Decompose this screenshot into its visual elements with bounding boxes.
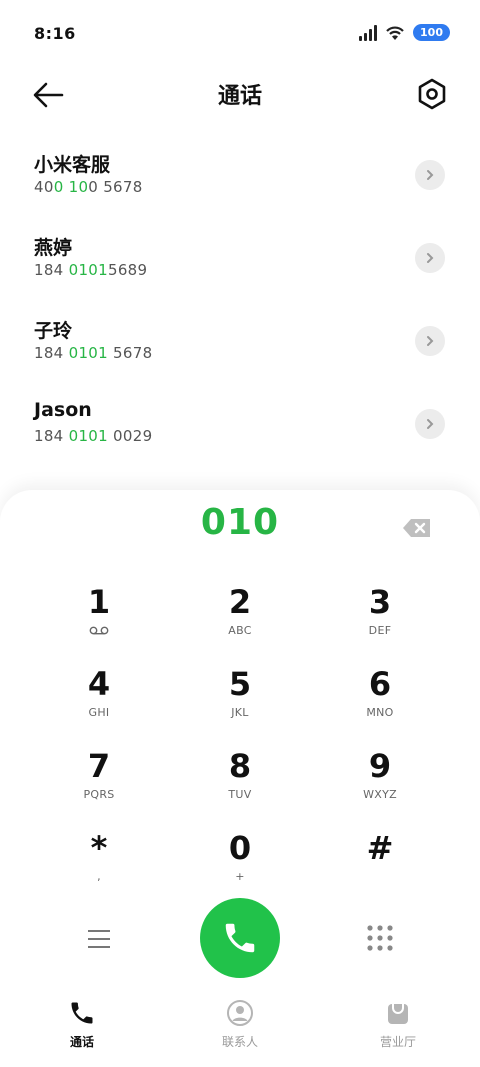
key-letters: WXYZ — [363, 788, 397, 801]
key-digit: 7 — [87, 747, 111, 785]
key-digit: 6 — [368, 665, 392, 703]
key-4[interactable]: 4 GHI — [39, 664, 159, 734]
key-digit: 0 — [228, 829, 252, 867]
chevron-right-icon[interactable] — [415, 326, 445, 356]
status-icons: 100 — [359, 24, 450, 41]
bottom-navigation: 通话 联系人 营业厅 — [0, 995, 480, 1067]
contact-suggestion-list: 小米客服 400 100 5678 燕婷 184 01015689 子玲 184… — [0, 140, 480, 472]
key-letters: MNO — [366, 706, 394, 719]
phone-icon — [225, 923, 255, 953]
tab-contacts[interactable]: 联系人 — [160, 999, 320, 1050]
contact-number: 184 01015689 — [34, 261, 148, 279]
contact-item[interactable]: 小米客服 400 100 5678 — [0, 140, 480, 223]
key-6[interactable]: 6 MNO — [320, 664, 440, 734]
key-9[interactable]: 9 WXYZ — [320, 746, 440, 816]
contact-number: 184 0101 0029 — [34, 427, 153, 445]
chevron-right-icon[interactable] — [415, 243, 445, 273]
person-icon — [227, 1000, 253, 1026]
key-digit: 5 — [228, 665, 252, 703]
tab-service-hall[interactable]: 营业厅 — [318, 999, 478, 1050]
key-3[interactable]: 3 DEF — [320, 582, 440, 652]
key-5[interactable]: 5 JKL — [180, 664, 300, 734]
contact-name: 燕婷 — [34, 237, 73, 259]
key-digit: * — [90, 829, 108, 867]
dialer-actions — [0, 898, 480, 982]
key-0[interactable]: 0 + — [180, 828, 300, 898]
tab-label: 营业厅 — [379, 1035, 416, 1049]
status-bar: 8:16 100 — [0, 0, 480, 64]
key-hash[interactable]: # — [320, 828, 440, 898]
key-7[interactable]: 7 PQRS — [39, 746, 159, 816]
backspace-icon[interactable] — [402, 518, 432, 538]
key-letters: GHI — [88, 706, 110, 719]
chevron-right-icon[interactable] — [415, 160, 445, 190]
contact-item[interactable]: 子玲 184 0101 5678 — [0, 306, 480, 389]
voicemail-icon — [89, 626, 109, 635]
key-star[interactable]: * , — [39, 828, 159, 898]
key-digit: 4 — [87, 665, 111, 703]
dialpad-icon[interactable] — [366, 924, 394, 952]
tab-label: 联系人 — [221, 1035, 258, 1049]
contact-name: 小米客服 — [34, 154, 111, 176]
contact-item[interactable]: 燕婷 184 01015689 — [0, 223, 480, 306]
call-button[interactable] — [200, 898, 280, 978]
key-digit: 1 — [87, 583, 111, 621]
key-digit: 3 — [368, 583, 392, 621]
settings-icon[interactable] — [414, 76, 450, 112]
phone-icon — [71, 1002, 93, 1024]
dialer-panel: 010 1 2 ABC 3 DEF 4 GHI 5 JKL 6 MNO 7 PQ… — [0, 490, 480, 1067]
key-letters: DEF — [368, 624, 392, 637]
key-letters: JKL — [231, 706, 249, 719]
battery-icon: 100 — [413, 24, 450, 41]
contact-number: 400 100 5678 — [34, 178, 143, 196]
menu-icon[interactable] — [86, 928, 112, 950]
key-8[interactable]: 8 TUV — [180, 746, 300, 816]
key-1[interactable]: 1 — [39, 582, 159, 652]
key-letters: + — [235, 870, 245, 883]
key-letters: ABC — [228, 624, 252, 637]
chevron-right-icon[interactable] — [415, 409, 445, 439]
status-time: 8:16 — [34, 24, 76, 43]
tab-label: 通话 — [69, 1035, 94, 1049]
page-title: 通话 — [217, 84, 262, 109]
key-digit: 2 — [228, 583, 252, 621]
app-header: 通话 — [0, 70, 480, 120]
tab-calls[interactable]: 通话 — [2, 999, 162, 1050]
contact-item[interactable]: Jason 184 0101 0029 — [0, 389, 480, 472]
key-digit: # — [366, 829, 394, 867]
key-letters: , — [97, 870, 101, 883]
contact-name: Jason — [34, 399, 92, 421]
key-2[interactable]: 2 ABC — [180, 582, 300, 652]
key-letters: PQRS — [83, 788, 115, 801]
store-icon — [388, 1004, 408, 1024]
key-digit: 9 — [368, 747, 392, 785]
contact-number: 184 0101 5678 — [34, 344, 153, 362]
key-digit: 8 — [228, 747, 252, 785]
key-letters: TUV — [228, 788, 252, 801]
wifi-icon — [386, 26, 404, 40]
contact-name: 子玲 — [34, 320, 73, 342]
signal-icon — [359, 24, 378, 41]
